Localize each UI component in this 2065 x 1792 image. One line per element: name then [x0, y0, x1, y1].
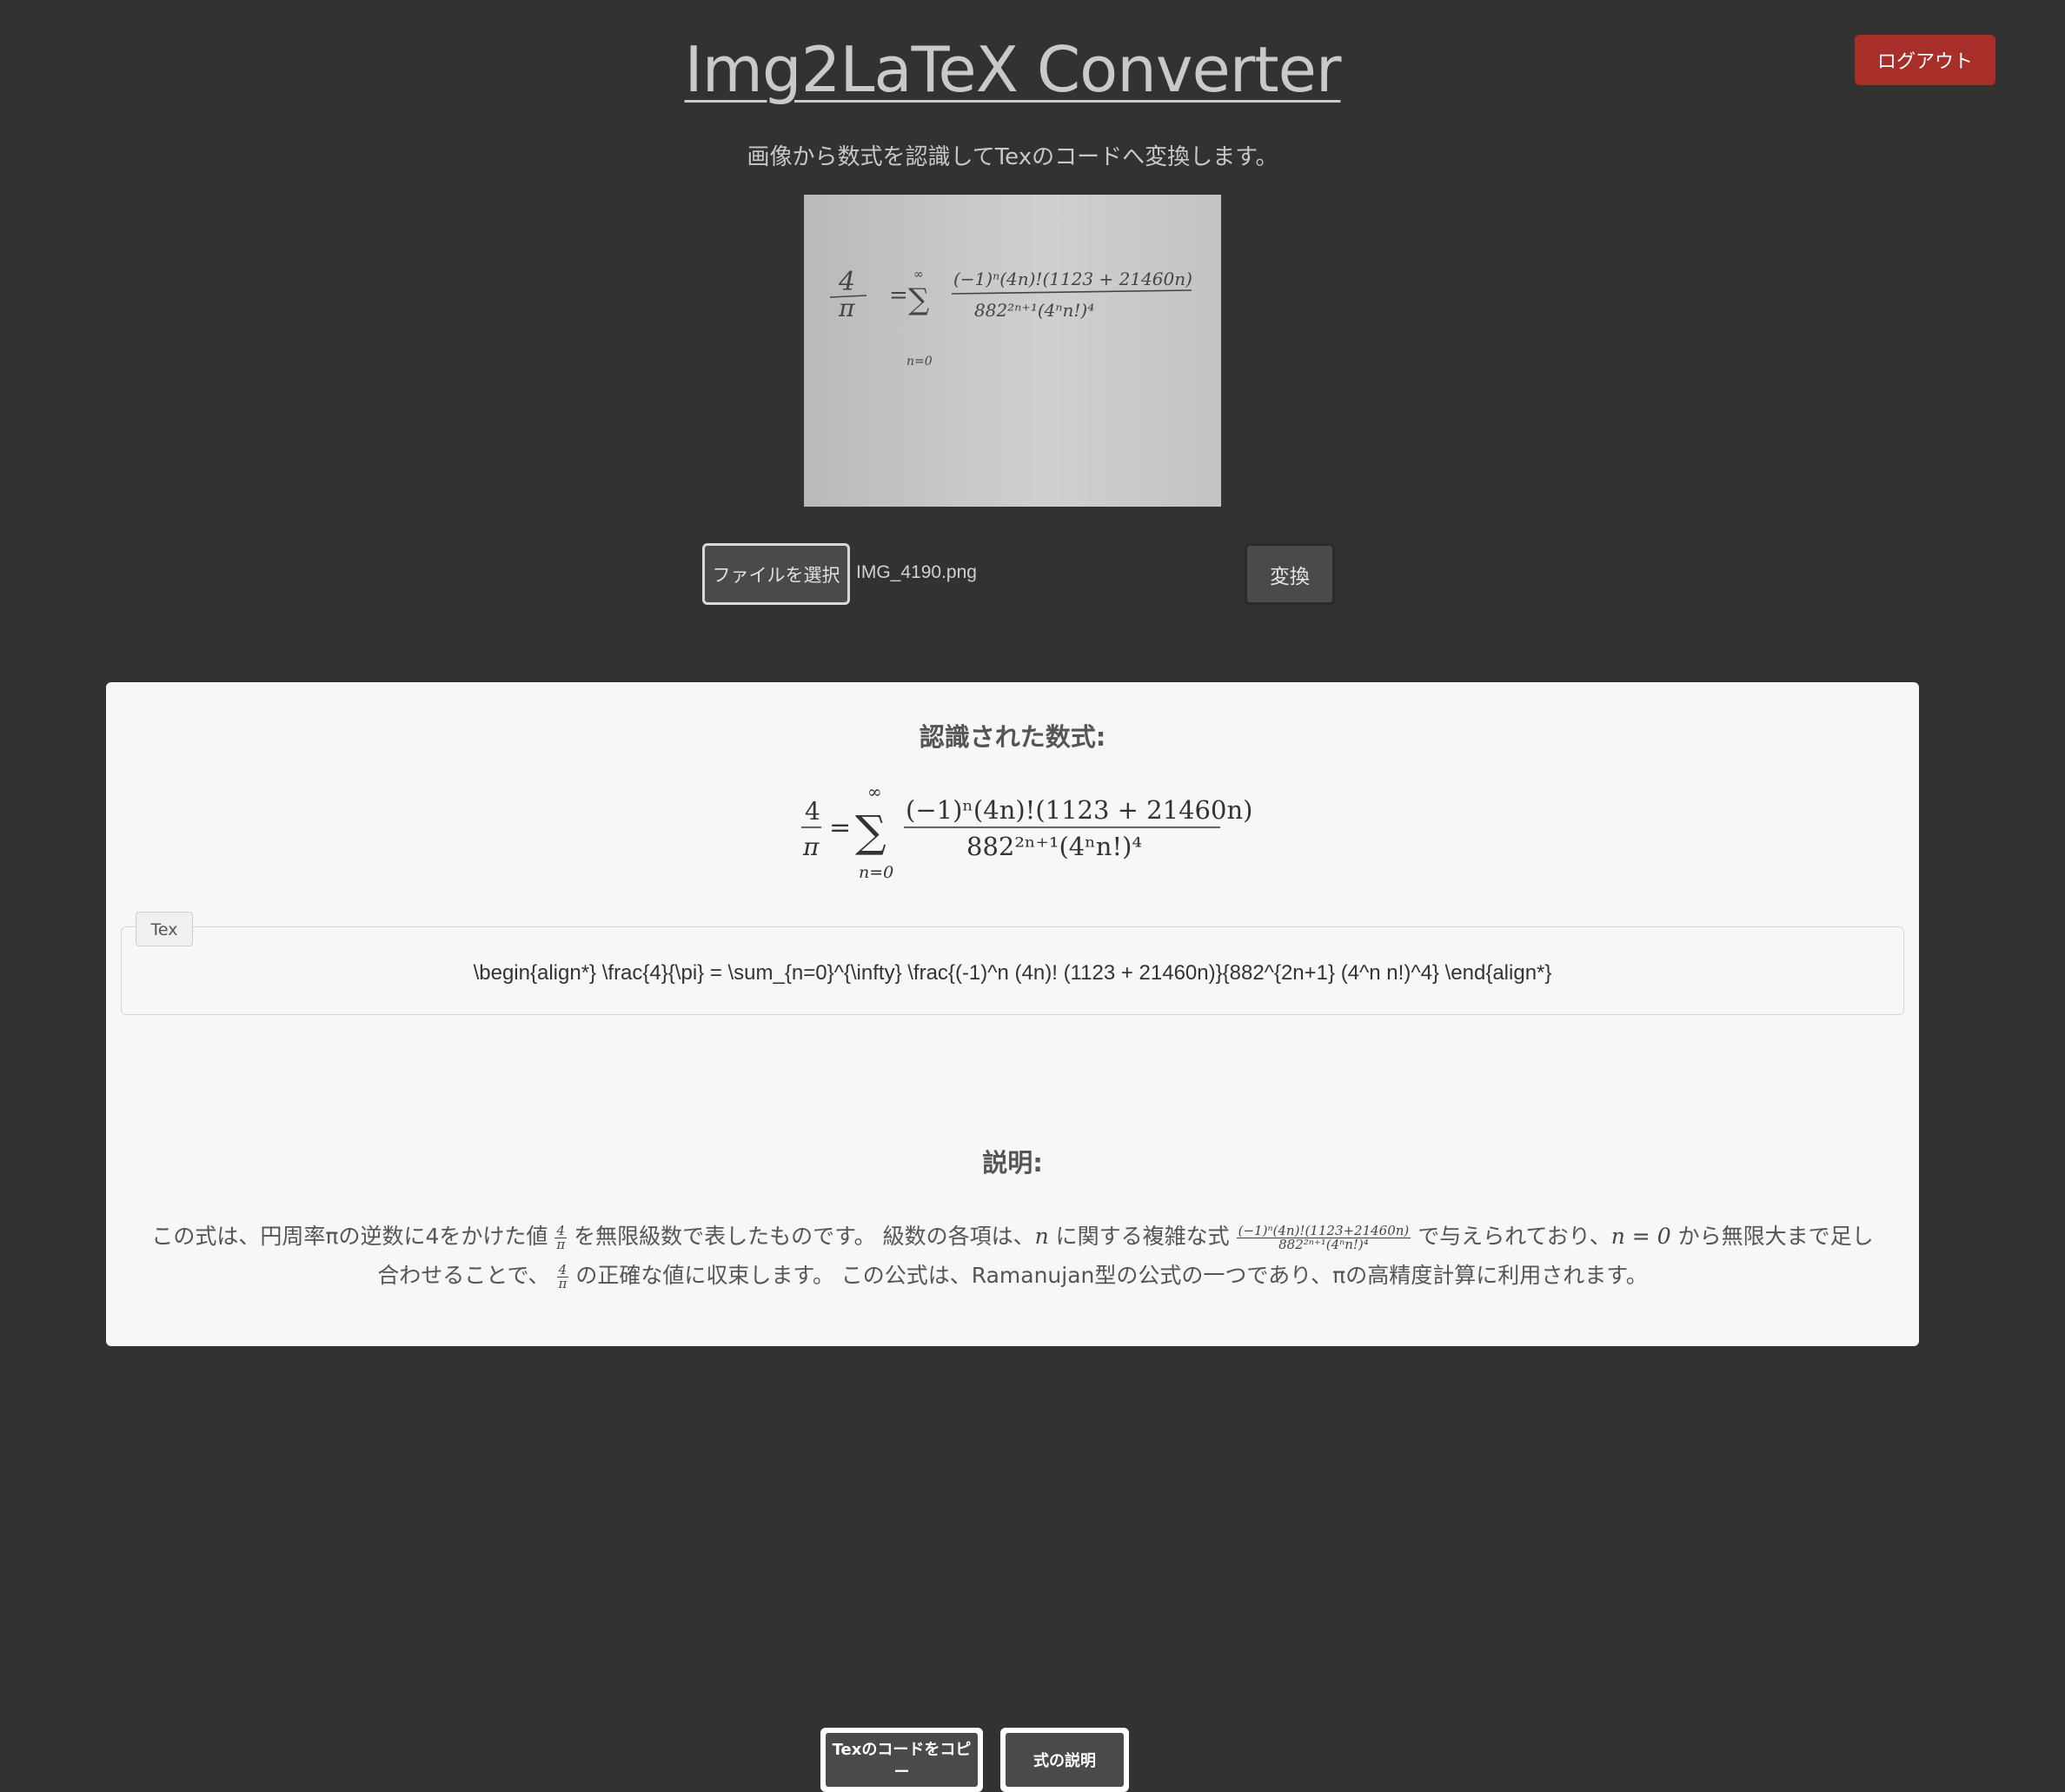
hand-lhs-num: 4: [838, 267, 855, 297]
result-panel: 認識された数式: 4 π = ∑ ∞ n=0 (−1)ⁿ(4n)!(1123 +…: [106, 682, 1919, 1792]
selected-file-name: IMG_4190.png: [856, 562, 977, 582]
copy-button-wrapper: Texのコードをコピー: [820, 1728, 983, 1792]
formula-equals: =: [829, 813, 851, 843]
inline-var-n: n: [1034, 1224, 1049, 1249]
explanation-heading: 説明:: [982, 1148, 1043, 1178]
page-subtitle: 画像から数式を認識してTexのコードへ変換します。: [747, 144, 1278, 170]
formula-lhs-den: π: [802, 833, 820, 861]
hand-lhs-den: π: [838, 294, 855, 322]
explain-formula-button[interactable]: 式の説明: [1006, 1733, 1124, 1787]
explanation-part-1: この式は、円周率πの逆数に4をかけた値: [151, 1224, 548, 1249]
explanation-part-6: の正確な値に収束します。 この公式は、Ramanujan型の公式の一つであり、π…: [575, 1263, 1648, 1288]
handwritten-formula-image: 4 π = ∑ ∞ n=0 (−1)ⁿ(4n)!(1123 + 21460n) …: [829, 267, 1192, 368]
formula-rhs-den: 882²ⁿ⁺¹(4ⁿn!)⁴: [966, 832, 1142, 861]
tex-tab-label: Tex: [136, 912, 193, 946]
hand-equals: =: [889, 282, 908, 309]
formula-lhs-num: 4: [805, 797, 820, 826]
page-title[interactable]: Img2LaTeX Converter: [0, 33, 2025, 106]
hand-sum-upper: ∞: [913, 268, 924, 282]
convert-button[interactable]: 変換: [1245, 543, 1335, 605]
formula-sum-upper: ∞: [867, 789, 882, 802]
explain-button-wrapper: 式の説明: [1000, 1728, 1129, 1792]
inline-term-fraction: (−1)ⁿ(4n)!(1123+21460n) 882²ⁿ⁺¹(4ⁿn!)⁴: [1236, 1222, 1411, 1252]
choose-file-button[interactable]: ファイルを選択: [702, 543, 850, 605]
hand-rhs-den: 882²ⁿ⁺¹(4ⁿn!)⁴: [974, 300, 1094, 321]
inline-frac-4-pi: 4π: [554, 1222, 568, 1252]
uploaded-image-preview: 4 π = ∑ ∞ n=0 (−1)ⁿ(4n)!(1123 + 21460n) …: [804, 195, 1221, 507]
inline-frac-4-pi-2: 4π: [556, 1261, 569, 1291]
hand-sum-lower: n=0: [906, 355, 933, 368]
hand-rhs-num: (−1)ⁿ(4n)!(1123 + 21460n): [953, 269, 1192, 289]
explanation-part-3: に関する複雑な式: [1055, 1224, 1230, 1249]
explanation-part-2: を無限級数で表したものです。 級数の各項は、: [574, 1224, 1035, 1249]
logout-button[interactable]: ログアウト: [1855, 35, 1995, 85]
inline-n-equals-0: n = 0: [1610, 1224, 1671, 1249]
rendered-formula: 4 π = ∑ ∞ n=0 (−1)ⁿ(4n)!(1123 + 21460n) …: [106, 781, 1919, 882]
recognized-formula-heading: 認識された数式:: [919, 722, 1106, 752]
formula-sum-lower: n=0: [859, 863, 893, 882]
hand-sum: ∑: [908, 282, 929, 317]
copy-tex-button[interactable]: Texのコードをコピー: [826, 1733, 978, 1787]
explanation-text: この式は、円周率πの逆数に4をかけた値 4π を無限級数で表したものです。 級数…: [141, 1217, 1884, 1295]
tex-code-text[interactable]: \begin{align*} \frac{4}{\pi} = \sum_{n=0…: [121, 961, 1904, 986]
explanation-part-4: で与えられており、: [1418, 1224, 1611, 1249]
formula-rhs-num: (−1)ⁿ(4n)!(1123 + 21460n): [906, 795, 1252, 825]
formula-sum-sign: ∑: [855, 806, 886, 857]
